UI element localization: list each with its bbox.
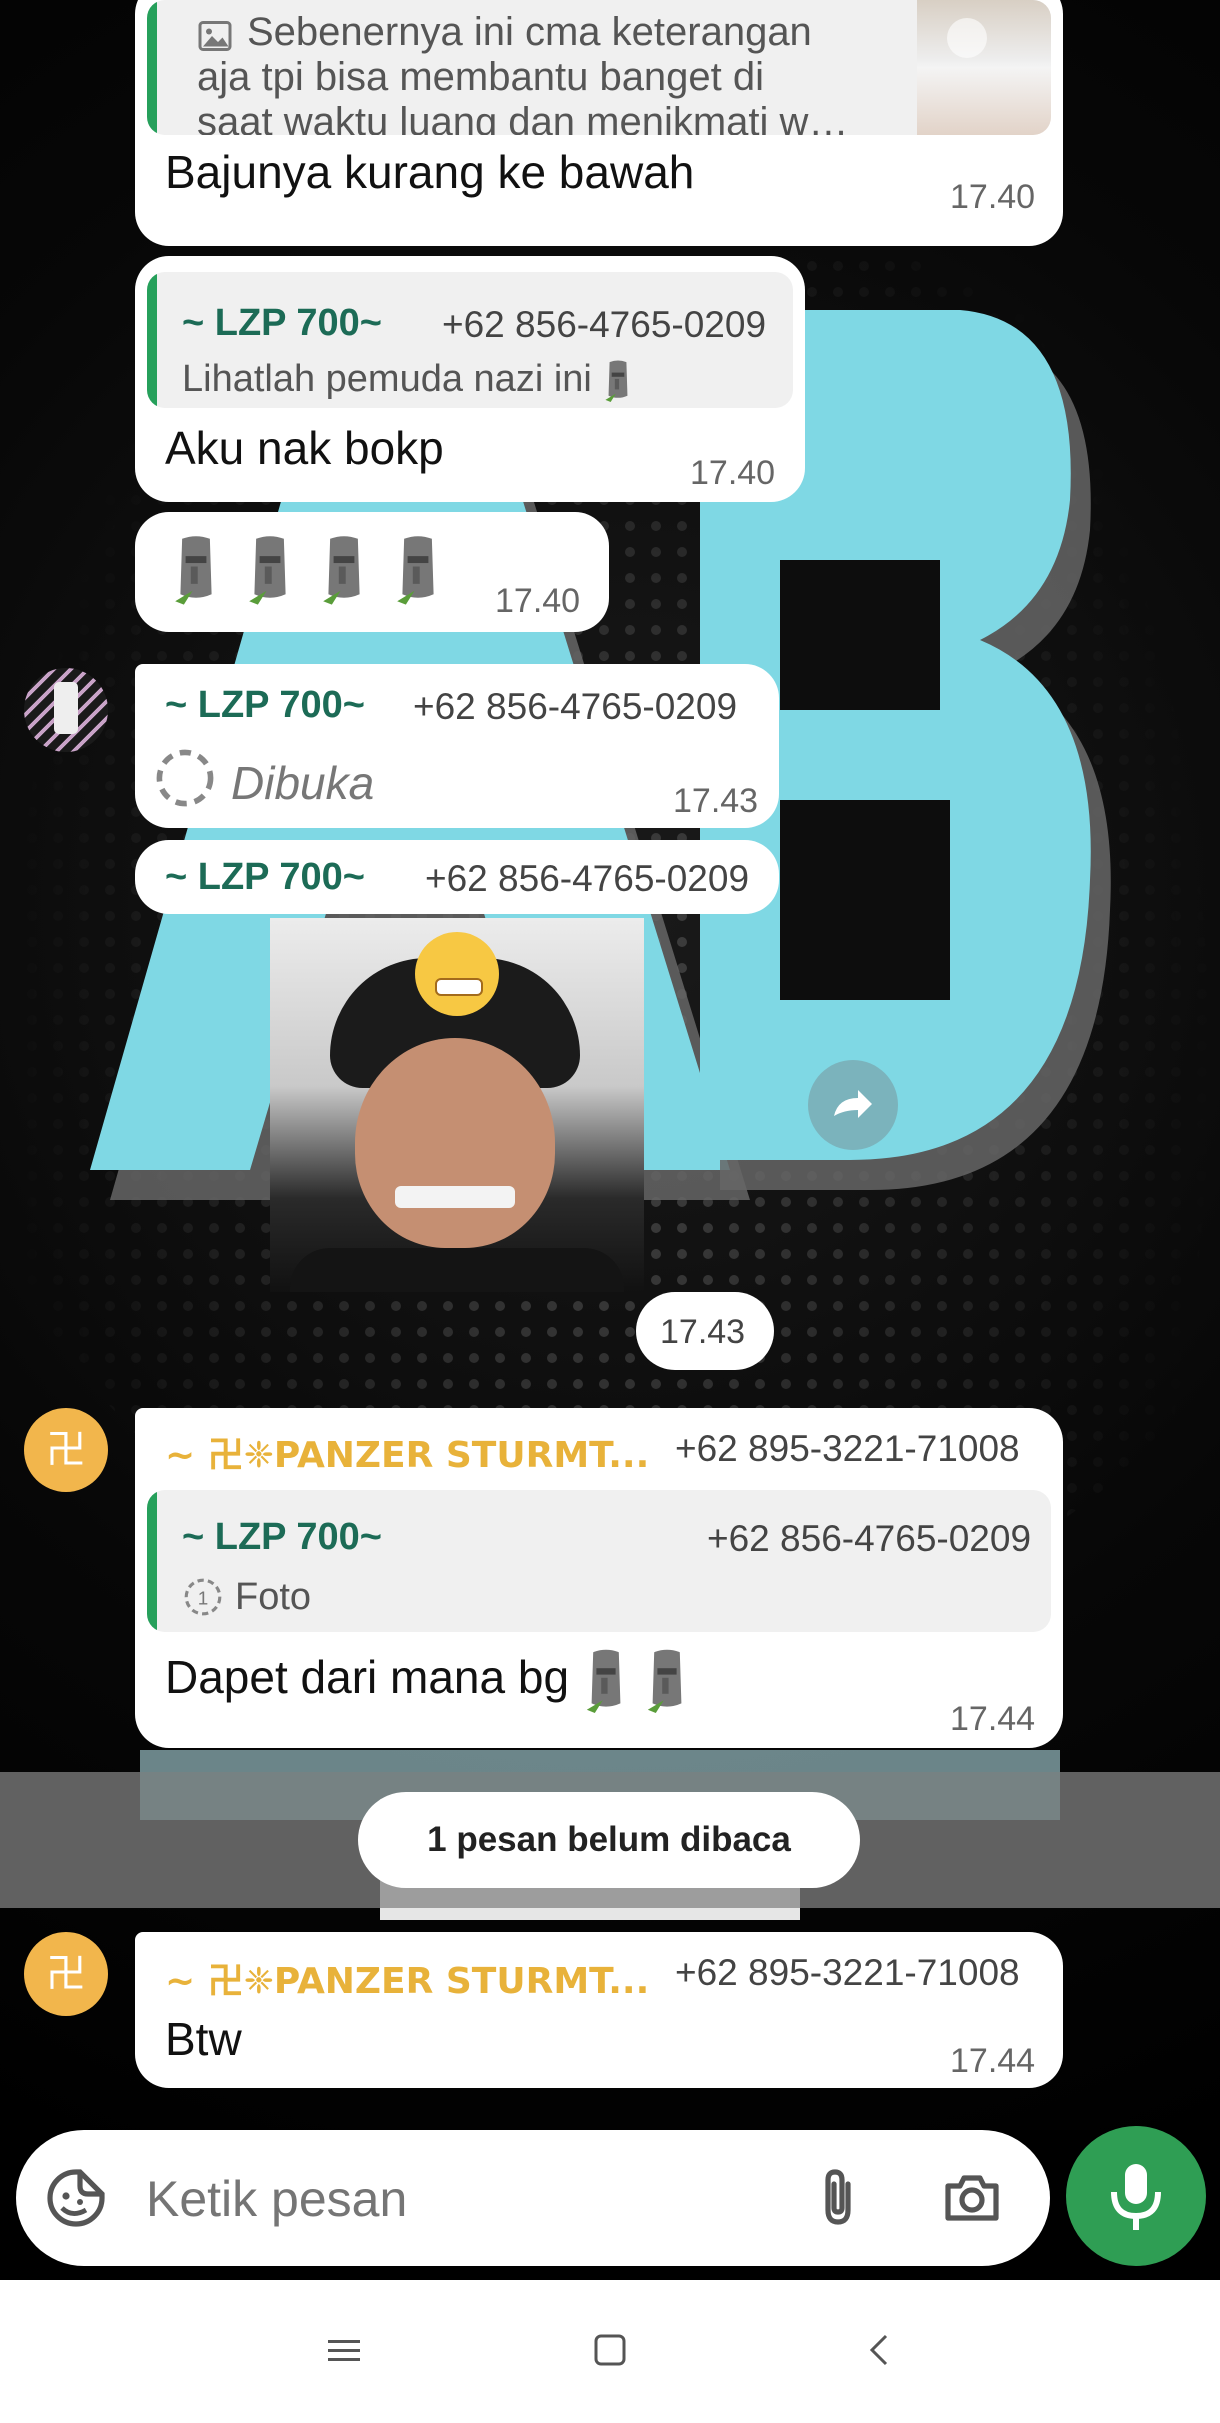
- mic-icon: [1111, 2164, 1161, 2230]
- sender-avatar[interactable]: 卍: [24, 1932, 108, 2016]
- moai-icon: [249, 536, 286, 605]
- time-pill: 17.43: [636, 1292, 774, 1370]
- nav-back-icon[interactable]: [860, 2330, 900, 2375]
- sender-name[interactable]: ~ LZP 700~: [165, 856, 365, 899]
- message-text: Bajunya kurang ke bawah: [165, 146, 695, 198]
- forward-icon: [834, 1090, 872, 1118]
- sticker-image[interactable]: [270, 918, 644, 1292]
- forward-button[interactable]: [808, 1060, 898, 1150]
- sender-avatar[interactable]: [24, 668, 108, 752]
- nav-home-icon[interactable]: [590, 2330, 630, 2375]
- link-preview-thumbnail: [917, 0, 1051, 135]
- avatar-glyph: 卍: [46, 1427, 86, 1473]
- message-time: 17.40: [495, 582, 581, 620]
- sender-avatar[interactable]: 卍: [24, 1408, 108, 1492]
- mic-button[interactable]: [1066, 2126, 1206, 2266]
- sender-phone: +62 895-3221-71008: [675, 1428, 1020, 1469]
- message-time: 17.43: [673, 782, 759, 820]
- message-time: 17.44: [950, 2042, 1036, 2080]
- sender-phone: +62 856-4765-0209: [425, 858, 750, 899]
- unread-pill[interactable]: 1 pesan belum dibaca: [358, 1792, 860, 1888]
- moai-icon: [397, 536, 434, 605]
- quote-text: Foto: [235, 1576, 312, 1618]
- message-text: Aku nak bokp: [165, 422, 444, 474]
- sender-name[interactable]: ~ LZP 700~: [165, 684, 365, 727]
- message-input-container: [16, 2130, 1050, 2266]
- message-bubble[interactable]: 17.40: [135, 512, 609, 632]
- avatar-glyph: 卍: [46, 1951, 86, 1997]
- message-time: 17.40: [690, 454, 776, 492]
- quote-sender-name: ~ LZP 700~: [182, 1516, 382, 1558]
- message-text: Btw: [165, 2013, 242, 2065]
- message-bubble[interactable]: ~ LZP 700~ +62 856-4765-0209 Lihatlah pe…: [135, 256, 805, 502]
- view-once-icon: 1: [182, 1576, 224, 1623]
- quote-text: Lihatlah pemuda nazi ini: [182, 358, 634, 402]
- sticker-icon[interactable]: [44, 2166, 108, 2235]
- quote-sender-phone: +62 856-4765-0209: [442, 304, 767, 345]
- moai-icon: [586, 1649, 621, 1713]
- image-icon: [197, 18, 233, 59]
- sender-phone: +62 895-3221-71008: [675, 1952, 1020, 1993]
- message-bubble[interactable]: ~ 卍❈PANZER STURMT... +62 895-3221-71008 …: [135, 1932, 1063, 2088]
- quote-sender-name: ~ LZP 700~: [182, 302, 382, 344]
- message-bubble[interactable]: ~ LZP 700~ +62 856-4765-0209 Dibuka 17.4…: [135, 664, 779, 828]
- unread-text: 1 pesan belum dibaca: [427, 1820, 791, 1859]
- message-bubble[interactable]: Sebenernya ini cma keterangan aja tpi bi…: [135, 0, 1063, 246]
- camera-icon[interactable]: [940, 2166, 1004, 2235]
- message-bubble[interactable]: ~ 卍❈PANZER STURMT... +62 895-3221-71008 …: [135, 1408, 1063, 1748]
- message-time: 17.43: [660, 1313, 746, 1351]
- view-once-badge: 1: [198, 1588, 209, 1609]
- nav-menu-icon[interactable]: [324, 2330, 364, 2375]
- reply-quote[interactable]: ~ LZP 700~ +62 856-4765-0209 1 Foto: [147, 1490, 1051, 1632]
- sender-name[interactable]: ~ 卍❈PANZER STURMT...: [165, 1426, 649, 1478]
- system-nav-bar: [0, 2280, 1220, 2423]
- sender-phone: +62 856-4765-0209: [413, 686, 738, 727]
- sticker-header: ~ LZP 700~ +62 856-4765-0209: [135, 840, 779, 914]
- link-preview-line: aja tpi bisa membantu banget di: [197, 55, 765, 99]
- moai-icon: [323, 536, 360, 605]
- message-text: Dapet dari mana bg: [165, 1648, 691, 1714]
- moai-icon: [647, 1649, 681, 1713]
- unread-banner: 1 pesan belum dibaca: [0, 1772, 1220, 1908]
- sender-name[interactable]: ~ 卍❈PANZER STURMT...: [165, 1952, 649, 2004]
- moai-icon: [175, 536, 212, 605]
- reply-quote[interactable]: ~ LZP 700~ +62 856-4765-0209 Lihatlah pe…: [147, 272, 793, 408]
- status-text: Dibuka: [231, 757, 375, 809]
- message-input[interactable]: [144, 2160, 788, 2238]
- view-once-icon: [153, 746, 217, 815]
- message-time: 17.40: [950, 178, 1036, 216]
- emoji-row: [170, 534, 444, 606]
- link-preview-line: saat waktu luang dan menikmati w…: [197, 100, 849, 135]
- link-preview[interactable]: Sebenernya ini cma keterangan aja tpi bi…: [147, 0, 1051, 135]
- composer-bar: [0, 2126, 1220, 2280]
- message-time: 17.44: [950, 1700, 1036, 1738]
- moai-icon: [605, 360, 628, 402]
- link-preview-line: Sebenernya ini cma keterangan: [247, 10, 812, 54]
- attach-icon[interactable]: [806, 2166, 870, 2235]
- quote-sender-phone: +62 856-4765-0209: [707, 1518, 1032, 1559]
